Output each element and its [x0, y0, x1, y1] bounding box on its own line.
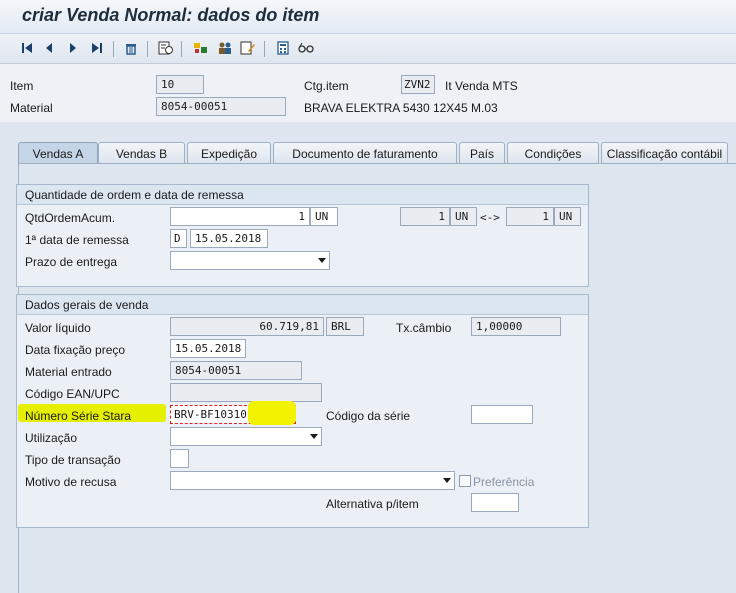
tab-vendas-b[interactable]: Vendas B — [98, 142, 185, 164]
window-title: criar Venda Normal: dados do item — [22, 5, 320, 25]
group-dados-gerais-title: Dados gerais de venda — [17, 295, 588, 315]
toolbar-separator — [147, 41, 148, 57]
prazo-label: Prazo de entrega — [25, 255, 118, 269]
chevron-down-icon[interactable] — [318, 258, 326, 263]
group-quantidade-title: Quantidade de ordem e data de remessa — [17, 185, 588, 205]
item-field[interactable]: 10 — [156, 75, 204, 94]
data-remessa-label: 1ª data de remessa — [25, 233, 129, 247]
alternativa-input[interactable] — [471, 493, 519, 512]
ctg-item-label: Ctg.item — [304, 79, 349, 93]
tab-condicoes[interactable]: Condições — [507, 142, 599, 164]
material-entrado-field: 8054-00051 — [170, 361, 302, 380]
valor-liquido-label: Valor líquido — [25, 321, 91, 335]
tipo-transacao-label: Tipo de transação — [25, 453, 121, 467]
data-format-field[interactable]: D — [170, 229, 187, 248]
qtd-confirmed-unit: UN — [450, 207, 477, 226]
glasses-icon[interactable] — [297, 39, 315, 57]
preferencia-label: Preferência — [473, 475, 535, 489]
tab-strip: Vendas A Vendas B Expedição Documento de… — [18, 142, 736, 164]
application-toolbar — [0, 34, 736, 64]
qtd-base-unit: UN — [554, 207, 581, 226]
chevron-down-icon[interactable] — [310, 434, 318, 439]
motivo-recusa-label: Motivo de recusa — [25, 475, 117, 489]
delete-icon[interactable] — [122, 39, 140, 57]
toolbar-separator — [264, 41, 265, 57]
first-page-icon[interactable] — [18, 39, 36, 57]
partner-icon[interactable] — [216, 39, 234, 57]
item-header: Item 10 Material 8054-00051 Ctg.item ZVN… — [0, 64, 736, 122]
last-page-icon[interactable] — [88, 39, 106, 57]
qtd-label: QtdOrdemAcum. — [25, 211, 116, 225]
tab-expedicao[interactable]: Expedição — [187, 142, 271, 164]
numero-serie-value: BRV-BF10310 — [174, 408, 247, 421]
utilizacao-label: Utilização — [25, 431, 78, 445]
qtd-confirmed-field: 1 — [400, 207, 450, 226]
material-description: BRAVA ELEKTRA 5430 12X45 M.03 — [304, 101, 498, 115]
item-label: Item — [10, 79, 34, 93]
valor-liquido-field: 60.719,81 — [170, 317, 324, 336]
tab-documento-faturamento[interactable]: Documento de faturamento — [273, 142, 457, 164]
material-label: Material — [10, 101, 53, 115]
prazo-dropdown[interactable] — [170, 251, 330, 270]
preferencia-checkbox[interactable] — [459, 475, 471, 487]
next-page-icon[interactable] — [64, 39, 82, 57]
data-remessa-input[interactable]: 15.05.2018 — [190, 229, 268, 248]
ctg-item-description: It Venda MTS — [445, 79, 518, 93]
item-icon[interactable] — [192, 39, 210, 57]
qtd-input[interactable]: 1 — [170, 207, 310, 226]
toolbar-separator — [113, 41, 114, 57]
edit-icon[interactable] — [239, 39, 257, 57]
tipo-transacao-input[interactable] — [170, 449, 189, 468]
tab-vendas-a[interactable]: Vendas A — [18, 142, 98, 164]
alternativa-label: Alternativa p/item — [326, 497, 419, 511]
tab-classificacao-contabil[interactable]: Classificação contábil — [601, 142, 728, 164]
ean-label: Código EAN/UPC — [25, 387, 120, 401]
cambio-field: 1,00000 — [471, 317, 561, 336]
ean-field[interactable] — [170, 383, 322, 402]
codigo-serie-label: Código da série — [326, 409, 411, 423]
material-entrado-label: Material entrado — [25, 365, 112, 379]
toolbar-separator — [181, 41, 182, 57]
motivo-recusa-dropdown[interactable] — [170, 471, 455, 490]
chevron-down-icon[interactable] — [443, 478, 451, 483]
previous-page-icon[interactable] — [40, 39, 58, 57]
cambio-label: Tx.câmbio — [396, 321, 452, 335]
codigo-serie-input[interactable] — [471, 405, 533, 424]
conversion-arrow: <-> — [480, 211, 500, 224]
currency-field: BRL — [326, 317, 364, 336]
ctg-item-field[interactable]: ZVN2 — [401, 75, 435, 94]
data-fixacao-input[interactable]: 15.05.2018 — [170, 339, 246, 358]
qtd-unit-field[interactable]: UN — [310, 207, 338, 226]
details-icon[interactable] — [157, 39, 175, 57]
data-fixacao-label: Data fixação preço — [25, 343, 126, 357]
title-bar: criar Venda Normal: dados do item — [0, 0, 736, 34]
calculator-icon[interactable] — [274, 39, 292, 57]
material-field[interactable]: 8054-00051 — [156, 97, 286, 116]
tab-pais[interactable]: País — [459, 142, 505, 164]
qtd-base-field: 1 — [506, 207, 554, 226]
serie-value-highlight — [248, 401, 296, 425]
utilizacao-dropdown[interactable] — [170, 427, 322, 446]
numero-serie-label: Número Série Stara — [25, 409, 132, 423]
